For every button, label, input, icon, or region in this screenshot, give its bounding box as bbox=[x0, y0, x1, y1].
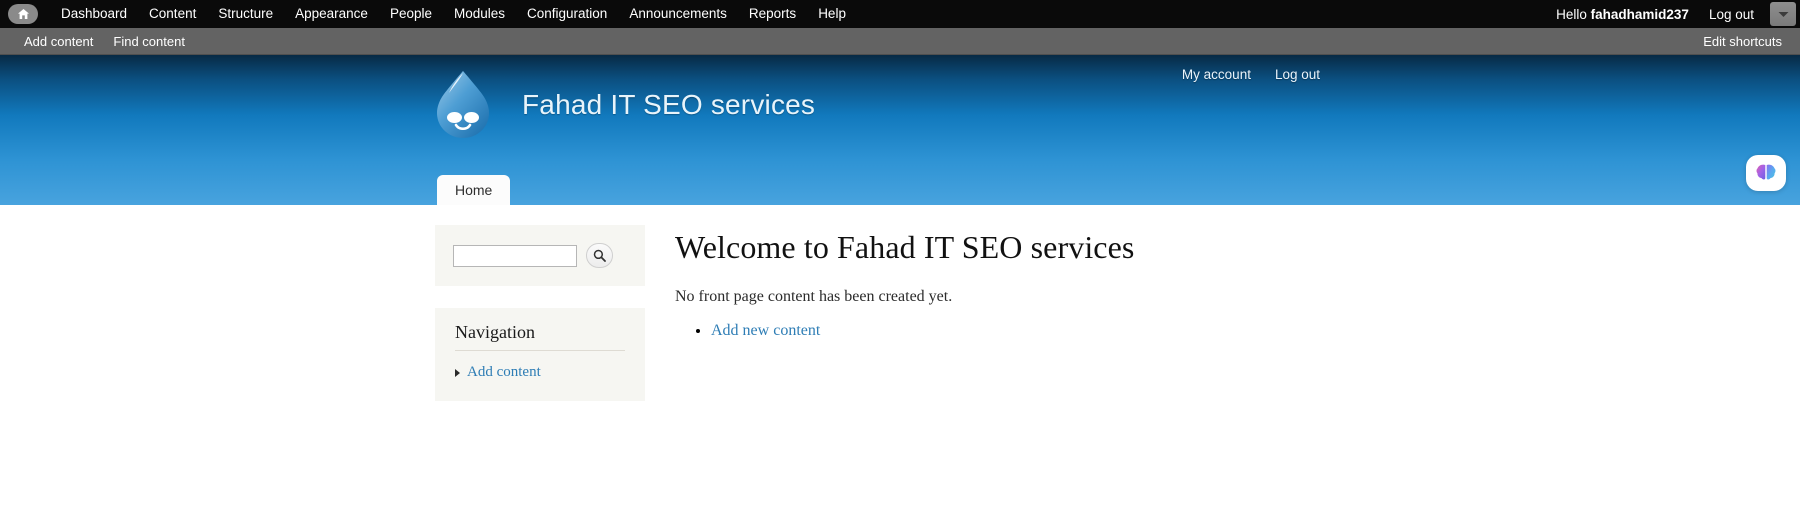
toolbar-logout-link[interactable]: Log out bbox=[1699, 7, 1764, 22]
site-name[interactable]: Fahad IT SEO services bbox=[522, 89, 815, 121]
my-account-link[interactable]: My account bbox=[1182, 67, 1251, 82]
toolbar-username: fahadhamid237 bbox=[1590, 6, 1689, 22]
greeting-prefix: Hello bbox=[1556, 6, 1591, 22]
search-input[interactable] bbox=[453, 244, 577, 267]
triangle-right-bullet-icon bbox=[455, 368, 460, 377]
toolbar-item-announcements[interactable]: Announcements bbox=[618, 0, 738, 28]
toolbar-item-appearance[interactable]: Appearance bbox=[284, 0, 379, 28]
toolbar-user-area: Hello fahadhamid237 Log out bbox=[1546, 0, 1800, 28]
toolbar-item-dashboard[interactable]: Dashboard bbox=[50, 0, 138, 28]
empty-content-message: No front page content has been created y… bbox=[675, 288, 953, 305]
search-icon[interactable] bbox=[586, 243, 613, 268]
content-region: Welcome to Fahad IT SEO services No fron… bbox=[675, 229, 1575, 344]
header-user-links: My account Log out bbox=[1182, 67, 1320, 82]
page-title: Welcome to Fahad IT SEO services bbox=[675, 229, 1135, 265]
shortcut-bar: Add content Find content Edit shortcuts bbox=[0, 28, 1800, 55]
toolbar-item-structure[interactable]: Structure bbox=[207, 0, 284, 28]
chevron-down-icon[interactable] bbox=[1770, 2, 1796, 26]
toolbar-item-modules[interactable]: Modules bbox=[443, 0, 516, 28]
edit-shortcuts-link[interactable]: Edit shortcuts bbox=[1703, 34, 1800, 49]
navigation-block: Navigation Add content bbox=[435, 308, 645, 401]
add-new-content-link[interactable]: Add new content bbox=[711, 322, 820, 339]
site-header-inner: Fahad IT SEO services My account Log out… bbox=[0, 55, 1800, 205]
list-item[interactable]: Add content bbox=[455, 362, 625, 383]
tab-home[interactable]: Home bbox=[437, 175, 511, 205]
brain-icon[interactable] bbox=[1746, 155, 1786, 191]
sidebar-first: Navigation Add content bbox=[435, 225, 645, 423]
nav-link-add-content[interactable]: Add content bbox=[467, 364, 541, 381]
content-action-list: Add new content bbox=[675, 322, 1575, 340]
search-form bbox=[453, 243, 629, 268]
navigation-menu: Add content bbox=[455, 362, 625, 383]
search-block bbox=[435, 225, 645, 286]
primary-tabs: Home bbox=[437, 175, 511, 205]
navigation-block-title: Navigation bbox=[455, 322, 625, 351]
toolbar-item-content[interactable]: Content bbox=[138, 0, 207, 28]
toolbar-item-help[interactable]: Help bbox=[807, 0, 857, 28]
toolbar-item-configuration[interactable]: Configuration bbox=[516, 0, 618, 28]
drupal-droplet-logo[interactable] bbox=[432, 69, 494, 141]
list-item[interactable]: Add new content bbox=[711, 322, 1575, 340]
page-body: Navigation Add content Welcome to Fahad … bbox=[0, 155, 1800, 520]
home-icon[interactable] bbox=[8, 4, 38, 24]
shortcut-find-content[interactable]: Find content bbox=[103, 34, 195, 49]
toolbar-item-reports[interactable]: Reports bbox=[738, 0, 807, 28]
toolbar-greeting: Hello fahadhamid237 bbox=[1546, 7, 1699, 22]
header-logout-link[interactable]: Log out bbox=[1275, 67, 1320, 82]
toolbar-item-people[interactable]: People bbox=[379, 0, 443, 28]
site-header: Fahad IT SEO services My account Log out… bbox=[0, 55, 1800, 205]
shortcut-add-content[interactable]: Add content bbox=[14, 34, 103, 49]
admin-toolbar: Dashboard Content Structure Appearance P… bbox=[0, 0, 1800, 28]
